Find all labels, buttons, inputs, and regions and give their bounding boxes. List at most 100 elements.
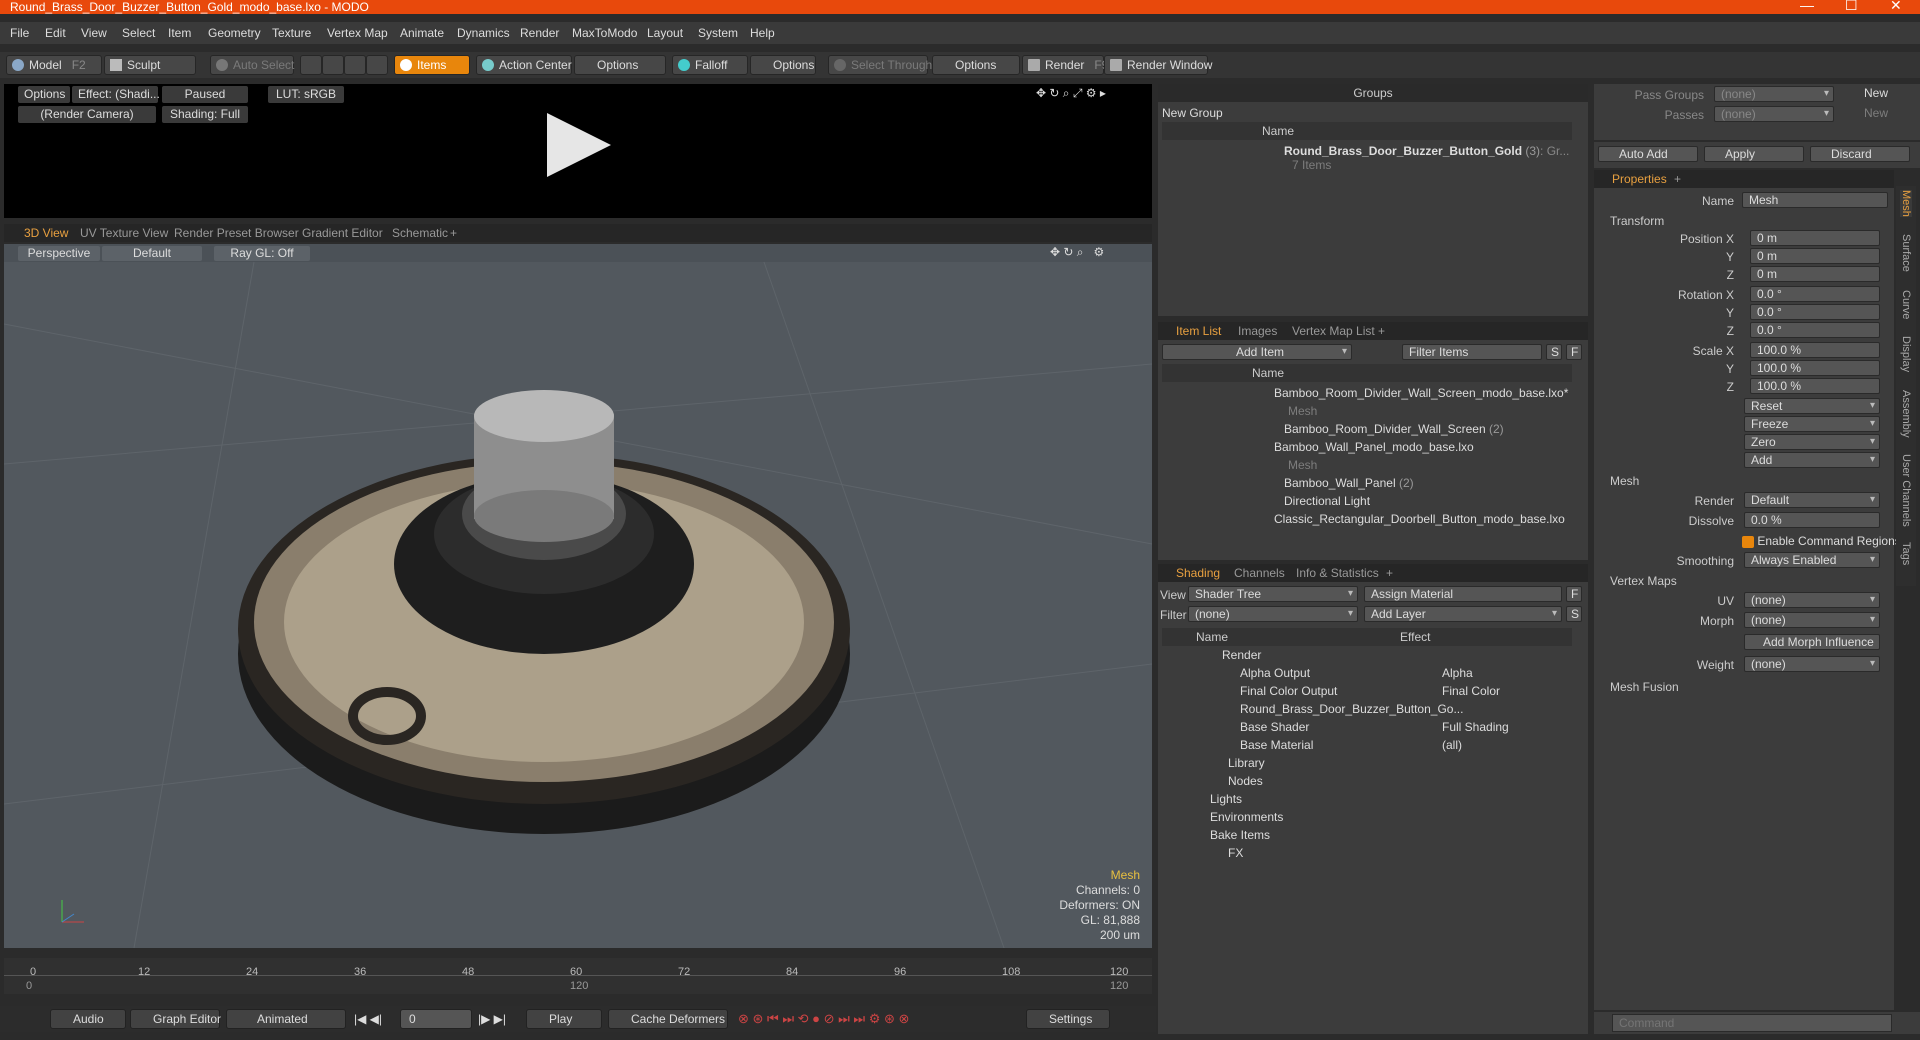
auto-select-button[interactable]: Auto Select [210, 55, 294, 75]
mesh-fusion-section[interactable]: Mesh Fusion [1610, 680, 1679, 694]
tab-schematic[interactable]: Schematic [392, 226, 448, 240]
position-y-input[interactable]: 0 m [1750, 248, 1880, 264]
edges-mode-button[interactable] [322, 55, 344, 75]
add-layer-dropdown[interactable]: Add Layer [1364, 606, 1562, 622]
shader-row-render[interactable]: Render [1222, 646, 1261, 664]
shader-row-base-material[interactable]: Base Material [1240, 736, 1313, 754]
render-button[interactable]: Render F9 [1022, 55, 1108, 75]
item-row-scene-2[interactable]: Bamboo_Wall_Panel_modo_base.lxo [1274, 438, 1474, 456]
render-window-button[interactable]: Render Window [1104, 55, 1212, 75]
pass-groups-dropdown[interactable]: (none) [1714, 86, 1834, 102]
scale-y-input[interactable]: 100.0 % [1750, 360, 1880, 376]
select-through-button[interactable]: Select Through [828, 55, 932, 75]
item-row-directional-light[interactable]: Directional Light [1284, 492, 1370, 510]
menu-dynamics[interactable]: Dynamics [457, 26, 510, 40]
morph-dropdown[interactable]: (none) [1744, 612, 1880, 628]
side-tab-display[interactable]: Display [1900, 336, 1912, 372]
model-button[interactable]: Model F2 [6, 55, 102, 75]
item-row-scene-3[interactable]: Classic_Rectangular_Doorbell_Button_modo… [1274, 510, 1565, 528]
preview-options-button[interactable]: Options [18, 86, 70, 103]
effect-all[interactable]: (all) [1442, 736, 1462, 754]
reset-dropdown[interactable]: Reset [1744, 398, 1880, 414]
mesh-section[interactable]: Mesh [1610, 474, 1639, 488]
shading-dropdown[interactable]: Shading: Full [162, 106, 248, 123]
s-button[interactable]: S [1546, 344, 1562, 360]
tab-info-statistics[interactable]: Info & Statistics [1296, 566, 1379, 580]
add-dropdown[interactable]: Add [1744, 452, 1880, 468]
menu-file[interactable]: File [10, 26, 29, 40]
tab-gradient-editor[interactable]: Gradient Editor [302, 226, 383, 240]
new-pass-button[interactable]: New [1864, 104, 1888, 122]
menu-select[interactable]: Select [122, 26, 155, 40]
position-z-input[interactable]: 0 m [1750, 266, 1880, 282]
tab-item-list[interactable]: Item List [1176, 324, 1221, 338]
name-input[interactable]: Mesh [1742, 192, 1888, 208]
effect-final-color[interactable]: Final Color [1442, 682, 1500, 700]
menu-help[interactable]: Help [750, 26, 775, 40]
items-mode-button[interactable]: Items [394, 55, 470, 75]
shader-row-alpha-output[interactable]: Alpha Output [1240, 664, 1310, 682]
options-button-2[interactable]: Options [750, 55, 816, 75]
new-pass-group-button[interactable]: New [1864, 84, 1888, 102]
paused-button[interactable]: Paused [162, 86, 248, 103]
menu-edit[interactable]: Edit [45, 26, 66, 40]
freeze-dropdown[interactable]: Freeze [1744, 416, 1880, 432]
new-group-button[interactable]: New Group [1162, 104, 1223, 122]
shader-row-material-group[interactable]: Round_Brass_Door_Buzzer_Button_Go... [1240, 700, 1463, 718]
shading-s-button[interactable]: S [1566, 606, 1582, 622]
options-button-1[interactable]: Options [574, 55, 666, 75]
view-dropdown[interactable]: Shader Tree [1188, 586, 1358, 602]
settings-button[interactable]: Settings [1026, 1009, 1110, 1029]
dissolve-input[interactable]: 0.0 % [1744, 512, 1880, 528]
vertex-maps-section[interactable]: Vertex Maps [1610, 574, 1677, 588]
shading-f-button[interactable]: F [1566, 586, 1582, 602]
menu-layout[interactable]: Layout [647, 26, 683, 40]
tab-shading[interactable]: Shading [1176, 566, 1220, 580]
preview-nav-icons[interactable]: ✥ ↻ ⌕ ⤢ ⚙ ▸ [1036, 86, 1106, 101]
polygons-mode-button[interactable] [344, 55, 366, 75]
weight-dropdown[interactable]: (none) [1744, 656, 1880, 672]
tab-properties[interactable]: Properties [1612, 172, 1667, 186]
item-row-divider[interactable]: Bamboo_Room_Divider_Wall_Screen (2) [1284, 420, 1504, 438]
tab-3d-view[interactable]: 3D View [24, 226, 68, 240]
falloff-button[interactable]: Falloff [672, 55, 748, 75]
add-tab-button[interactable]: + [450, 226, 457, 240]
transport-back-icons[interactable]: |◀ ◀| [354, 1012, 382, 1026]
menu-texture[interactable]: Texture [272, 26, 311, 40]
minimize-icon[interactable]: — [1800, 0, 1814, 12]
shader-row-library[interactable]: Library [1228, 754, 1265, 772]
tab-uv-texture-view[interactable]: UV Texture View [80, 226, 168, 240]
graph-editor-button[interactable]: Graph Editor [130, 1009, 221, 1029]
side-tab-tags[interactable]: Tags [1900, 542, 1912, 565]
scale-x-input[interactable]: 100.0 % [1750, 342, 1880, 358]
menu-vertex-map[interactable]: Vertex Map [327, 26, 388, 40]
shader-row-final-color[interactable]: Final Color Output [1240, 682, 1337, 700]
menu-view[interactable]: View [81, 26, 107, 40]
shader-row-base-shader[interactable]: Base Shader [1240, 718, 1309, 736]
rotation-x-input[interactable]: 0.0 ° [1750, 286, 1880, 302]
effect-dropdown[interactable]: Effect: (Shadi... [72, 86, 160, 103]
menu-geometry[interactable]: Geometry [208, 26, 261, 40]
sculpt-button[interactable]: Sculpt [104, 55, 196, 75]
enable-command-regions-checkbox[interactable]: Enable Command Regions [1742, 532, 1901, 550]
tab-vertex-map-list[interactable]: Vertex Map List [1292, 324, 1375, 338]
passes-dropdown[interactable]: (none) [1714, 106, 1834, 122]
camera-dropdown[interactable]: (Render Camera) [18, 106, 156, 123]
add-item-dropdown[interactable]: Add Item [1162, 344, 1352, 360]
add-tab-button[interactable]: + [1386, 566, 1393, 580]
smoothing-dropdown[interactable]: Always Enabled [1744, 552, 1880, 568]
shader-row-nodes[interactable]: Nodes [1228, 772, 1263, 790]
tab-channels[interactable]: Channels [1234, 566, 1285, 580]
menu-item[interactable]: Item [168, 26, 191, 40]
item-row-scene-1[interactable]: Bamboo_Room_Divider_Wall_Screen_modo_bas… [1274, 384, 1568, 402]
side-tab-user-channels[interactable]: User Channels [1900, 454, 1912, 527]
item-row-wall-panel[interactable]: Bamboo_Wall_Panel (2) [1284, 474, 1414, 492]
play-icon[interactable] [547, 113, 611, 177]
add-tab-button[interactable]: + [1378, 324, 1385, 338]
position-x-input[interactable]: 0 m [1750, 230, 1880, 246]
apply-button[interactable]: Apply [1704, 146, 1804, 162]
side-tab-curve[interactable]: Curve [1900, 290, 1912, 319]
auto-add-button[interactable]: Auto Add [1598, 146, 1698, 162]
shader-row-environments[interactable]: Environments [1210, 808, 1283, 826]
audio-button[interactable]: Audio [50, 1009, 126, 1029]
